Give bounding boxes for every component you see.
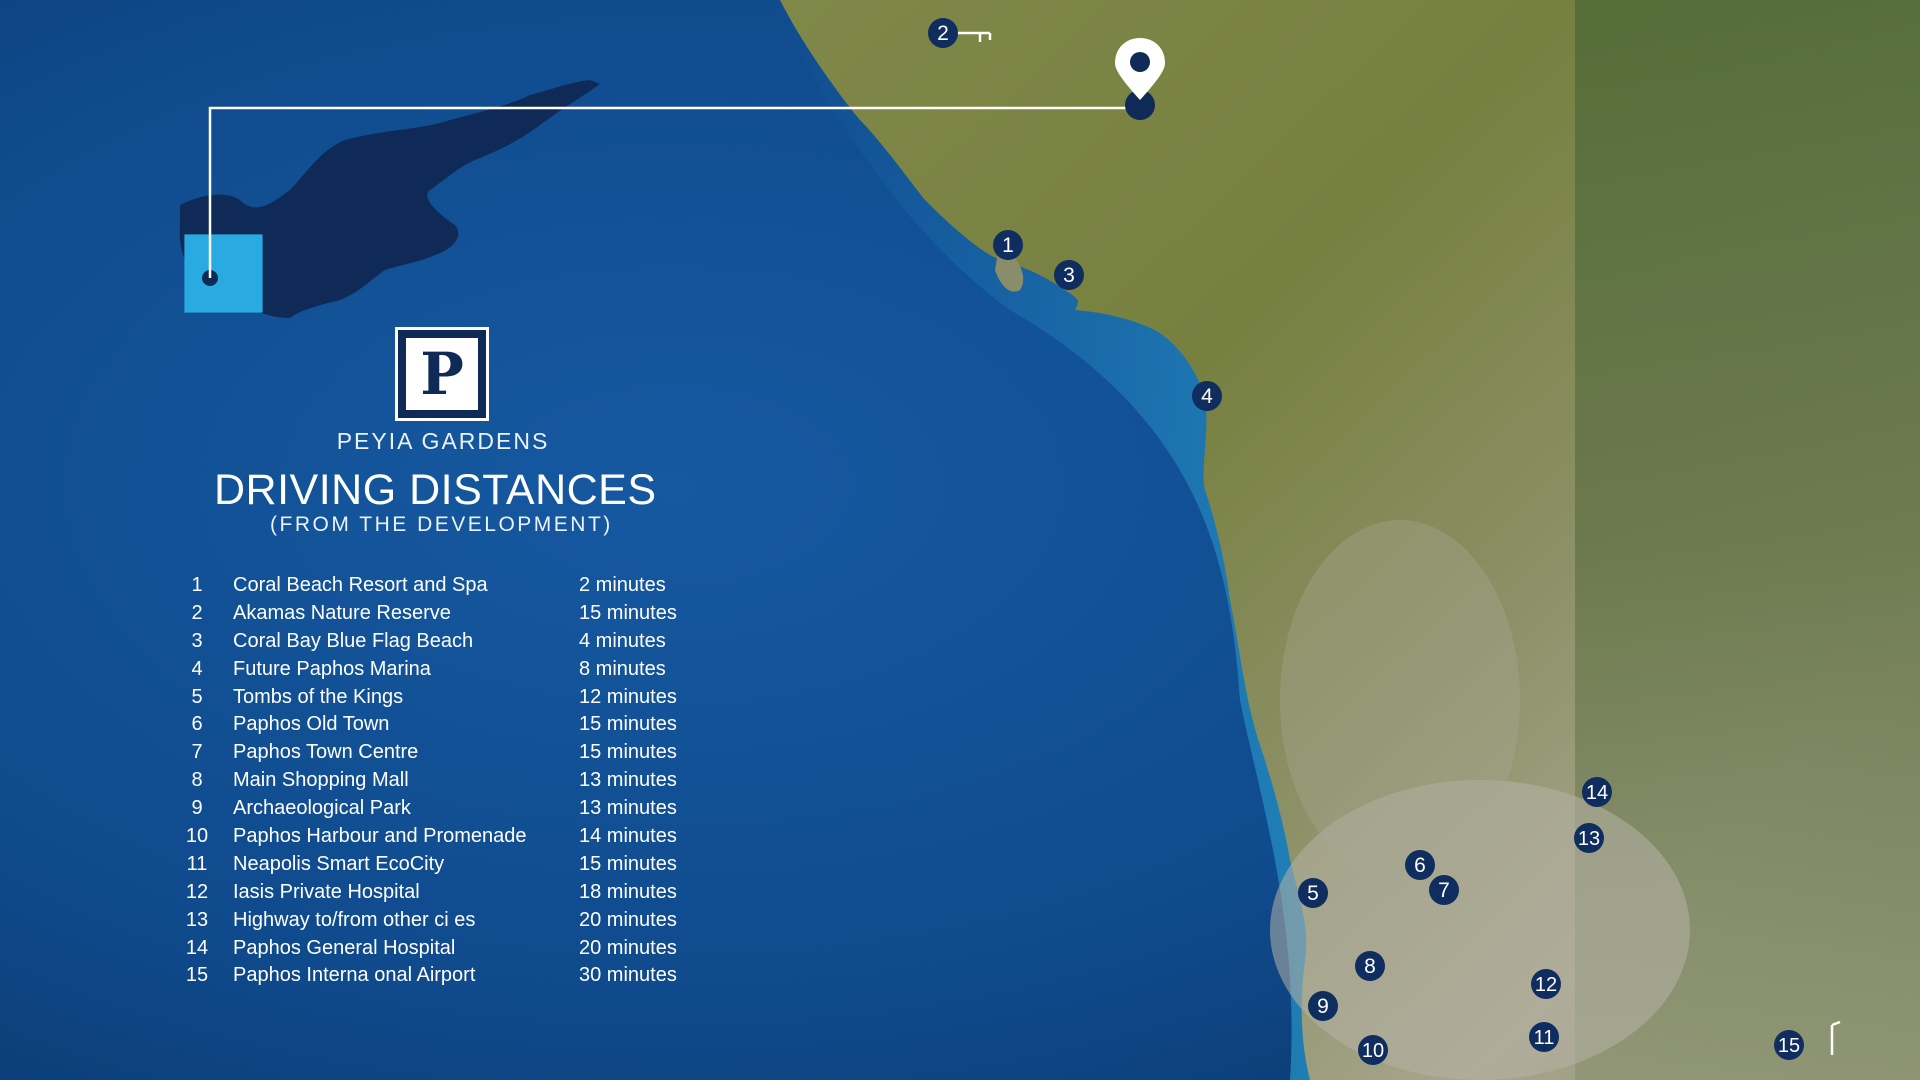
marker-label: 4 xyxy=(1201,385,1213,408)
map-marker[interactable]: 15 xyxy=(1774,1030,1804,1060)
map-marker[interactable]: 7 xyxy=(1429,875,1459,905)
map-marker[interactable]: 2 xyxy=(928,18,958,48)
map-marker[interactable]: 1 xyxy=(993,230,1023,260)
marker-label: 5 xyxy=(1307,882,1319,905)
marker-label: 9 xyxy=(1317,995,1329,1018)
marker-label: 6 xyxy=(1414,854,1426,877)
marker-label: 1 xyxy=(1002,234,1014,257)
marker-label: 3 xyxy=(1063,264,1075,287)
satellite-map: 123456789101112131415 xyxy=(0,0,1920,1080)
marker-label: 13 xyxy=(1578,828,1600,850)
marker-label: 14 xyxy=(1586,782,1608,804)
map-marker[interactable]: 4 xyxy=(1192,381,1222,411)
map-marker[interactable]: 13 xyxy=(1574,823,1604,853)
map-marker[interactable]: 3 xyxy=(1054,260,1084,290)
marker-label: 12 xyxy=(1535,974,1557,996)
map-marker[interactable]: 9 xyxy=(1308,991,1338,1021)
map-marker[interactable]: 8 xyxy=(1355,951,1385,981)
map-marker[interactable]: 10 xyxy=(1358,1035,1388,1065)
map-marker[interactable]: 14 xyxy=(1582,777,1612,807)
map-marker[interactable]: 6 xyxy=(1405,850,1435,880)
map-marker[interactable]: 5 xyxy=(1298,878,1328,908)
marker-label: 7 xyxy=(1438,879,1450,902)
marker-label: 10 xyxy=(1362,1040,1384,1062)
marker-label: 2 xyxy=(937,22,949,45)
marker-label: 11 xyxy=(1534,1027,1555,1049)
map-marker[interactable]: 11 xyxy=(1529,1022,1559,1052)
marker-label: 8 xyxy=(1364,955,1376,978)
marker-label: 15 xyxy=(1778,1035,1800,1057)
urban-area-north xyxy=(1280,520,1520,880)
map-marker[interactable]: 12 xyxy=(1531,969,1561,999)
